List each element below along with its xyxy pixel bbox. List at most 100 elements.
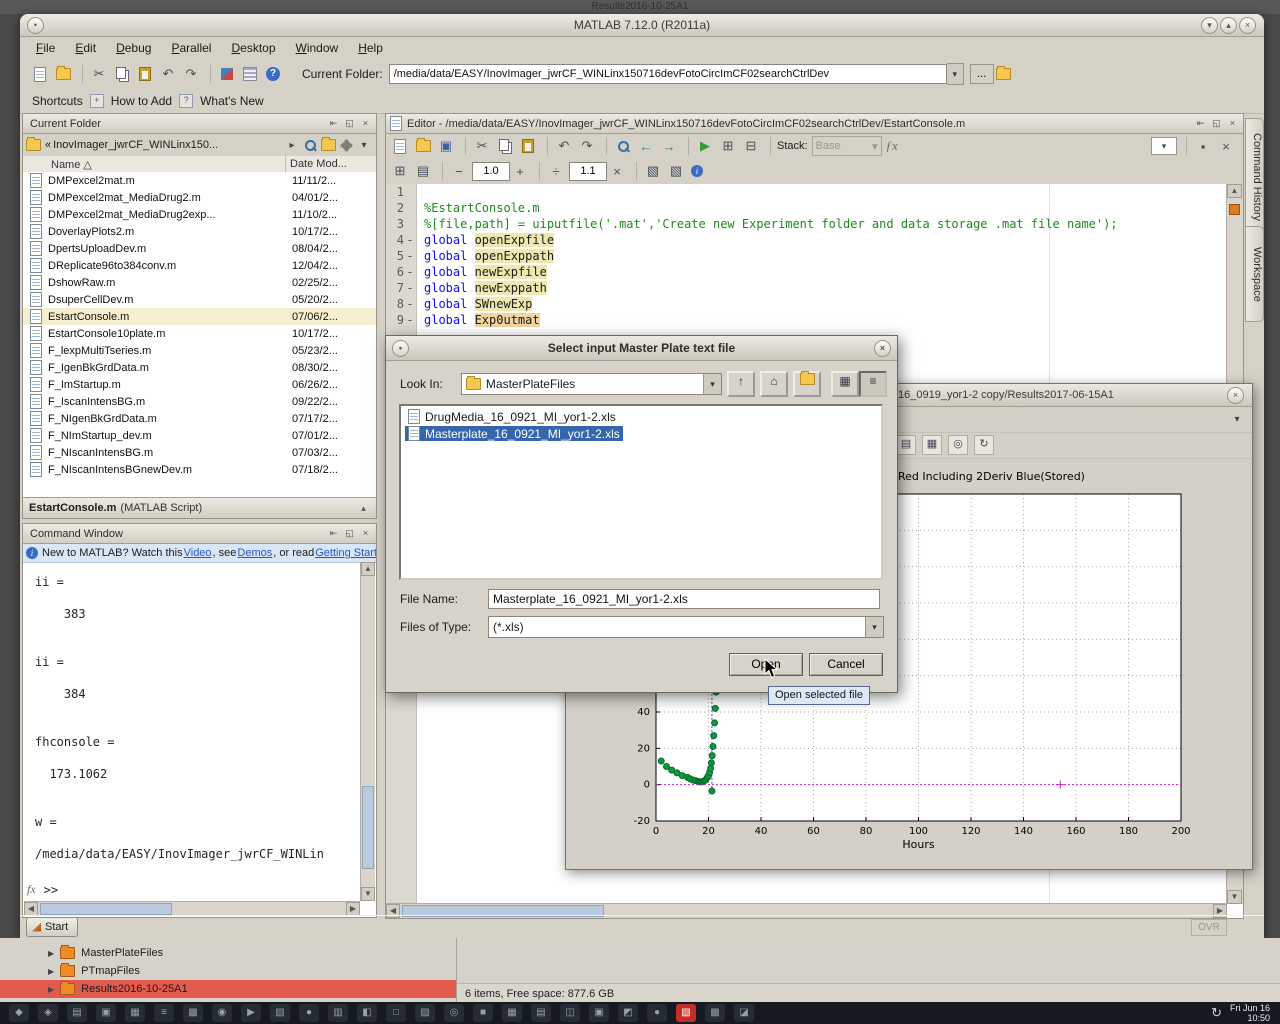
run-icon[interactable]: ▶ [695, 136, 715, 156]
date-column-header[interactable]: Date Mod... [286, 158, 376, 170]
stack-combo[interactable]: Base ▾ [812, 136, 882, 156]
multiply-value-icon[interactable]: × [607, 161, 627, 181]
taskbar-app-icon[interactable]: ▥ [328, 1004, 348, 1022]
cut-icon[interactable]: ✂ [472, 136, 492, 156]
undock-icon[interactable]: ◱ [343, 117, 356, 130]
up-folder-icon[interactable] [994, 64, 1014, 84]
taskbar-app-icon[interactable]: ▦ [502, 1004, 522, 1022]
up-one-level-icon[interactable]: ↑ [727, 371, 755, 397]
file-row[interactable]: F_IscanIntensBG.m09/22/2... [23, 393, 376, 410]
info-icon[interactable]: i [689, 161, 709, 181]
taskbar-app-icon[interactable]: ◪ [734, 1004, 754, 1022]
close-panel-icon[interactable]: × [1226, 117, 1239, 130]
cell-mode-icon[interactable]: ⊞ [718, 136, 738, 156]
menu-desktop[interactable]: Desktop [221, 38, 285, 58]
combo-dropdown-icon[interactable]: ▾ [865, 617, 883, 637]
cancel-button[interactable]: Cancel [809, 653, 883, 676]
file-row[interactable]: DReplicate96to384conv.m12/04/2... [23, 257, 376, 274]
list-view-icon[interactable]: ≡ [859, 371, 887, 397]
command-vscrollbar[interactable]: ▲ ▼ [360, 562, 375, 901]
menu-parallel[interactable]: Parallel [161, 38, 221, 58]
demos-link[interactable]: Demos [237, 547, 272, 559]
dialog-file-item[interactable]: Masterplate_16_0921_MI_yor1-2.xls [401, 425, 881, 442]
toolbar-overflow-icon[interactable]: ▾ [1228, 410, 1246, 428]
maximize-icon[interactable]: ▴ [1220, 17, 1237, 34]
file-row[interactable]: F_NIscanIntensBG.m07/03/2... [23, 444, 376, 461]
window-menu-icon[interactable]: • [392, 340, 409, 357]
file-row[interactable]: EstartConsole.m07/06/2... [23, 308, 376, 325]
fx-icon[interactable]: fx [27, 882, 36, 897]
tree-item[interactable]: ▶MasterPlateFiles [0, 944, 456, 962]
taskbar-app-icon[interactable]: ● [647, 1004, 667, 1022]
redo-icon[interactable]: ↷ [181, 64, 201, 84]
dialog-file-list[interactable]: DrugMedia_16_0921_MI_yor1-2.xlsMasterpla… [399, 404, 883, 580]
value-step-input[interactable] [472, 162, 510, 181]
scroll-thumb[interactable] [362, 786, 374, 869]
tab-command-history[interactable]: Command History [1245, 118, 1264, 236]
paste-icon[interactable] [518, 136, 538, 156]
scroll-up-icon[interactable]: ▲ [361, 562, 375, 576]
close-file-icon[interactable]: × [1216, 136, 1236, 156]
taskbar-app-icon[interactable]: □ [386, 1004, 406, 1022]
open-file-icon[interactable] [413, 136, 433, 156]
value-factor-input[interactable] [569, 162, 607, 181]
close-icon[interactable]: × [1239, 17, 1256, 34]
increase-value-icon[interactable]: + [510, 161, 530, 181]
expand-icon[interactable]: ▶ [48, 949, 54, 958]
cell-print-icon[interactable]: ▤ [413, 161, 433, 181]
command-output[interactable]: ii = 383 ii = 384 fhconsole = 173.1062 w… [25, 562, 360, 883]
actions-dropdown-icon[interactable]: ▾ [355, 136, 373, 154]
profiler-icon[interactable]: ▧ [643, 161, 663, 181]
file-row[interactable]: F_lexpMultiTseries.m05/23/2... [23, 342, 376, 359]
file-row[interactable]: EstartConsole10plate.m10/17/2... [23, 325, 376, 342]
taskbar-app-icon[interactable]: ≡ [154, 1004, 174, 1022]
search-icon[interactable] [301, 136, 319, 154]
taskbar-app-icon[interactable]: ◈ [38, 1004, 58, 1022]
expand-icon[interactable]: ▶ [48, 985, 54, 994]
go-back-icon[interactable]: ← [636, 136, 656, 156]
matlab-titlebar[interactable]: • MATLAB 7.12.0 (R2011a) ▾ ▴ × [20, 14, 1264, 37]
mlint-marker[interactable] [1229, 204, 1240, 215]
add-shortcut-icon[interactable]: + [90, 94, 104, 108]
publish-icon[interactable]: ▧ [666, 161, 686, 181]
home-icon[interactable]: ⌂ [760, 371, 788, 397]
menu-file[interactable]: File [26, 38, 65, 58]
close-panel-icon[interactable]: × [359, 117, 372, 130]
taskbar-app-icon[interactable]: ▧ [676, 1004, 696, 1022]
file-row[interactable]: DshowRaw.m02/25/2... [23, 274, 376, 291]
taskbar-app-icon[interactable]: ▩ [705, 1004, 725, 1022]
redo-icon[interactable]: ↷ [577, 136, 597, 156]
taskbar-app-icon[interactable]: ▧ [270, 1004, 290, 1022]
shortcuts-label[interactable]: Shortcuts [32, 94, 83, 108]
name-column-header[interactable]: Name △ [23, 158, 285, 171]
scroll-down-icon[interactable]: ▼ [361, 887, 375, 901]
copy-icon[interactable] [112, 64, 132, 84]
menu-debug[interactable]: Debug [106, 38, 161, 58]
insert-legend-icon[interactable]: ▦ [922, 435, 942, 455]
tree-item[interactable]: ▶Results2016-10-25A1 [0, 980, 456, 998]
files-of-type-combo[interactable]: (*.xls) ▾ [488, 616, 884, 638]
simulink-icon[interactable] [217, 64, 237, 84]
guide-icon[interactable] [240, 64, 260, 84]
taskbar-app-icon[interactable]: ◫ [560, 1004, 580, 1022]
taskbar-app-icon[interactable]: ▶ [241, 1004, 261, 1022]
dock-icon[interactable]: ⇤ [327, 527, 340, 540]
taskbar-app-icon[interactable]: ▦ [125, 1004, 145, 1022]
tab-workspace[interactable]: Workspace [1245, 226, 1264, 322]
new-folder-icon[interactable] [319, 136, 337, 154]
combo-dropdown-icon[interactable]: ▾ [703, 374, 721, 394]
start-button[interactable]: Start [26, 917, 78, 937]
command-prompt[interactable]: fx >> [27, 882, 58, 897]
address-bar[interactable]: « InovImager_jwrCF_WINLinx150... ▸ ▾ [23, 134, 376, 157]
how-to-add-link[interactable]: How to Add [111, 94, 172, 108]
open-file-icon[interactable] [53, 64, 73, 84]
find-icon[interactable] [613, 136, 633, 156]
taskbar-app-icon[interactable]: ▩ [183, 1004, 203, 1022]
file-row[interactable]: DMPexcel2mat_MediaDrug2.m04/01/2... [23, 189, 376, 206]
paste-icon[interactable] [135, 64, 155, 84]
actions-gear-icon[interactable] [337, 136, 355, 154]
divide-value-icon[interactable]: ÷ [546, 161, 566, 181]
code-area[interactable]: 12%EstartConsole.m3%[file,path] = uiputf… [386, 184, 1227, 328]
save-icon[interactable]: ▣ [436, 136, 456, 156]
file-row[interactable]: F_NIscanIntensBGnewDev.m07/18/2... [23, 461, 376, 478]
